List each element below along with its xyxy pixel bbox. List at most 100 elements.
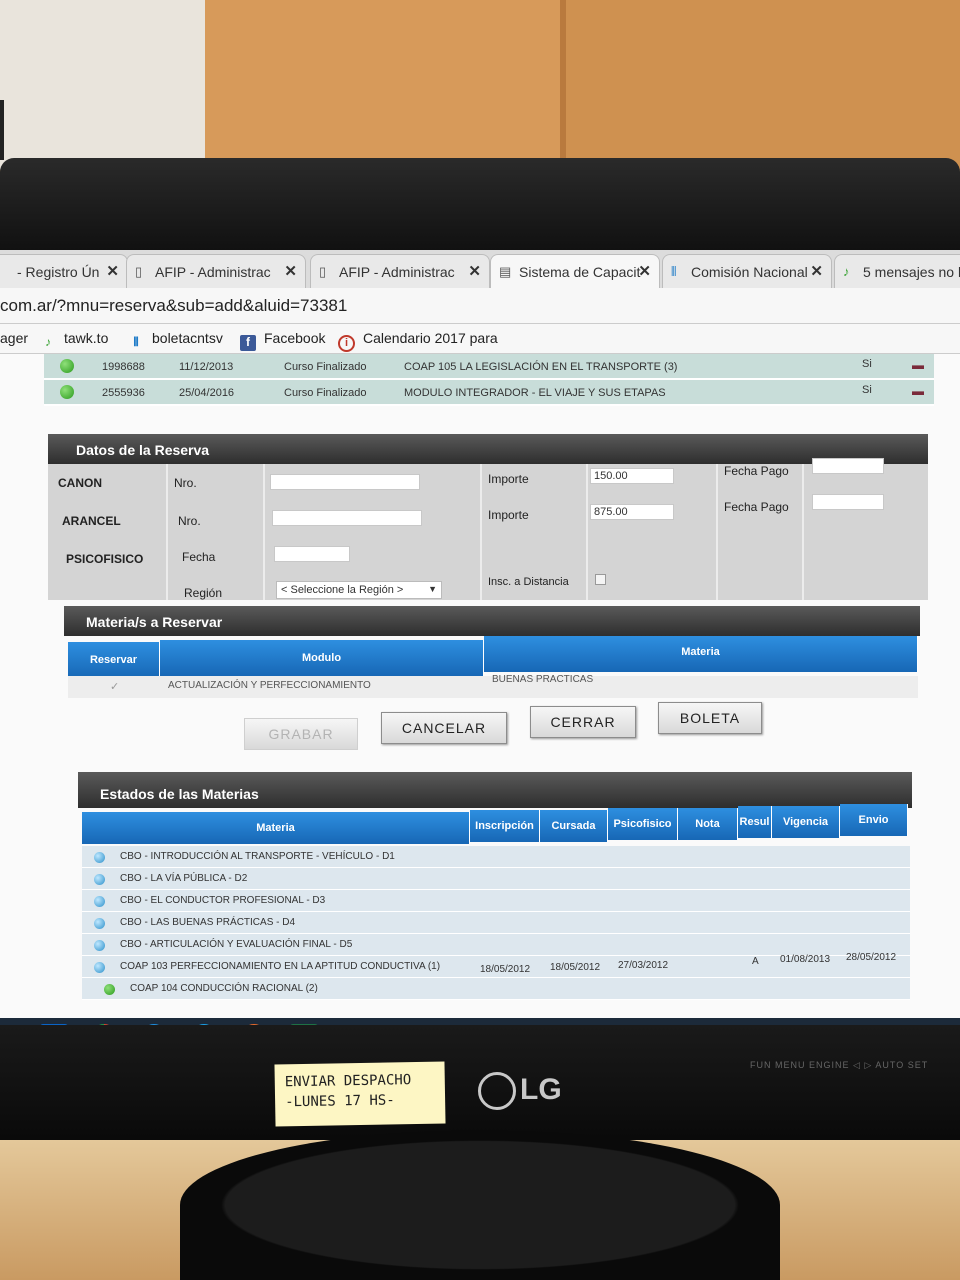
bookmark-boletacntsv[interactable]: ⫴ boletacntsv [128, 330, 223, 351]
status-dot-icon [94, 852, 105, 863]
brand-label: LG [520, 1072, 562, 1106]
table-row: ✓ ACTUALIZACIÓN Y PERFECCIONAMIENTO BUEN… [68, 674, 918, 698]
tab-mensajes[interactable]: ♪ 5 mensajes no leíd [834, 254, 960, 288]
cerrar-button[interactable]: CERRAR [530, 706, 636, 738]
check-icon[interactable]: ✓ [110, 680, 119, 693]
section-title: Materia/s a Reservar [64, 606, 920, 636]
column-header-materia: Materia [82, 812, 470, 844]
cnrt-icon: ⫴ [671, 264, 677, 279]
canon-label: CANON [58, 476, 102, 490]
row-date: 25/04/2016 [179, 387, 235, 399]
bookmark-label: boletacntsv [152, 330, 223, 346]
section-title: Datos de la Reserva [48, 434, 928, 464]
brand-logo: LG [478, 1072, 562, 1110]
tab-registro[interactable]: - Registro Ún ✕ [0, 254, 128, 288]
tab-label: Comisión Nacional [691, 264, 808, 280]
canon-fecha-pago-label: Fecha Pago [724, 464, 789, 478]
address-bar[interactable]: com.ar/?mnu=reserva&sub=add&aluid=73381 [0, 288, 960, 324]
divider [716, 464, 718, 600]
bookmark-label: Calendario 2017 para [363, 330, 498, 346]
sticky-note: ENVIAR DESPACHO -LUNES 17 HS- [274, 1061, 446, 1127]
status-dot-icon [94, 896, 105, 907]
estados-section: Estados de las Materias Materia Inscripc… [78, 772, 912, 1028]
monitor-buttons[interactable]: FUN MENU ENGINE ◁ ▷ AUTO SET [750, 1060, 928, 1071]
table-row: 2555936 25/04/2016 Curso Finalizado MODU… [44, 380, 934, 406]
row-materia: BUENAS PRACTICAS [492, 674, 594, 685]
bookmark-ager[interactable]: ager [0, 330, 28, 346]
print-icon[interactable]: ▬ [912, 384, 924, 398]
sticky-note-line: -LUNES 17 HS- [284, 1092, 395, 1111]
browser-tab-bar: - Registro Ún ✕ ▯ AFIP - Administrac ✕ ▯… [0, 250, 960, 288]
info-icon: i [338, 335, 355, 352]
tab-label: 5 mensajes no leíd [863, 264, 960, 280]
status-dot-icon [94, 962, 105, 973]
url-text[interactable]: com.ar/?mnu=reserva&sub=add&aluid=73381 [0, 296, 347, 316]
status-dot-icon [94, 940, 105, 951]
arancel-importe-input[interactable]: 875.00 [590, 504, 674, 520]
divider [586, 464, 588, 600]
canon-importe-input[interactable]: 150.00 [590, 468, 674, 484]
column-header-psicofisico: Psicofisico [608, 808, 678, 840]
facebook-icon: f [240, 335, 256, 351]
row-materia: CBO - LA VÍA PÚBLICA - D2 [120, 873, 248, 884]
tawk-icon: ♪ [45, 335, 51, 349]
modulo-header: Modulo [160, 640, 484, 676]
row-envio: 28/05/2012 [846, 952, 897, 963]
chevron-down-icon: ▼ [428, 584, 437, 594]
monitor-bezel-top [0, 158, 960, 250]
row-materia: CBO - INTRODUCCIÓN AL TRANSPORTE - VEHÍC… [120, 851, 395, 862]
reserva-form: CANON Nro. Importe 150.00 Fecha Pago ARA… [48, 458, 928, 600]
bookmark-facebook[interactable]: f Facebook [240, 330, 325, 351]
cancelar-button[interactable]: CANCELAR [381, 712, 507, 744]
tab-afip-1[interactable]: ▯ AFIP - Administrac ✕ [126, 254, 306, 288]
wall-seam [560, 0, 566, 170]
tab-afip-2[interactable]: ▯ AFIP - Administrac ✕ [310, 254, 490, 288]
tab-comision-nacional[interactable]: ⫴ Comisión Nacional ✕ [662, 254, 832, 288]
row-materia: CBO - ARTICULACIÓN Y EVALUACIÓN FINAL - … [120, 939, 353, 950]
psicofisico-fecha-input[interactable] [274, 546, 350, 562]
print-icon[interactable]: ▬ [912, 358, 924, 372]
canon-nro-input[interactable] [270, 474, 420, 490]
column-header-inscripcion: Inscripción [470, 810, 540, 842]
bookmarks-bar: ager ♪ tawk.to ⫴ boletacntsv f Facebook i Ca… [0, 324, 960, 354]
row-date: 11/12/2013 [179, 361, 234, 373]
status-dot-icon [60, 359, 74, 373]
divider [166, 464, 168, 600]
page-icon: ▯ [319, 264, 327, 279]
region-select-value: < Seleccione la Región > [281, 584, 404, 596]
row-inscripcion: 18/05/2012 [480, 964, 531, 975]
tab-sistema-capacitacion[interactable]: ▤ Sistema de Capacit ✕ [490, 254, 660, 288]
close-icon[interactable]: ✕ [638, 262, 651, 280]
canon-nro-label: Nro. [174, 476, 197, 490]
page-icon: ▯ [135, 264, 143, 279]
row-status: Curso Finalizado [284, 361, 367, 373]
status-dot-icon [60, 385, 74, 399]
close-icon[interactable]: ✕ [106, 262, 119, 280]
row-materia: COAP 104 CONDUCCIÓN RACIONAL (2) [130, 983, 318, 994]
arancel-nro-input[interactable] [272, 510, 422, 526]
arancel-fecha-pago-label: Fecha Pago [724, 500, 789, 514]
grabar-button[interactable]: GRABAR [244, 718, 358, 750]
bookmark-calendario[interactable]: i Calendario 2017 para [338, 330, 498, 352]
psicofisico-fecha-label: Fecha [182, 550, 216, 564]
distancia-label: Insc. a Distancia [488, 576, 569, 588]
close-icon[interactable]: ✕ [284, 262, 297, 280]
materias-table: Reservar Modulo Materia ✓ ACTUALIZACIÓN … [64, 636, 920, 708]
bookmark-tawk[interactable]: ♪ tawk.to [40, 330, 108, 351]
row-status: Curso Finalizado [284, 387, 367, 399]
status-dot-icon [94, 918, 105, 929]
distancia-checkbox[interactable] [595, 574, 606, 585]
divider [802, 464, 804, 600]
row-course: COAP 105 LA LEGISLACIÓN EN EL TRANSPORTE… [404, 361, 678, 373]
reserva-section: Datos de la Reserva CANON Nro. Importe 1… [48, 434, 928, 600]
arancel-label: ARANCEL [62, 514, 121, 528]
close-icon[interactable]: ✕ [468, 262, 481, 280]
arancel-fecha-pago-input[interactable] [812, 494, 884, 510]
row-course: MODULO INTEGRADOR - EL VIAJE Y SUS ETAPA… [404, 387, 666, 399]
boleta-button[interactable]: BOLETA [658, 702, 762, 734]
region-select[interactable]: < Seleccione la Región > ▼ [276, 581, 442, 599]
status-dot-icon [94, 874, 105, 885]
arancel-importe-label: Importe [488, 508, 529, 522]
canon-fecha-pago-input[interactable] [812, 458, 884, 474]
close-icon[interactable]: ✕ [810, 262, 823, 280]
